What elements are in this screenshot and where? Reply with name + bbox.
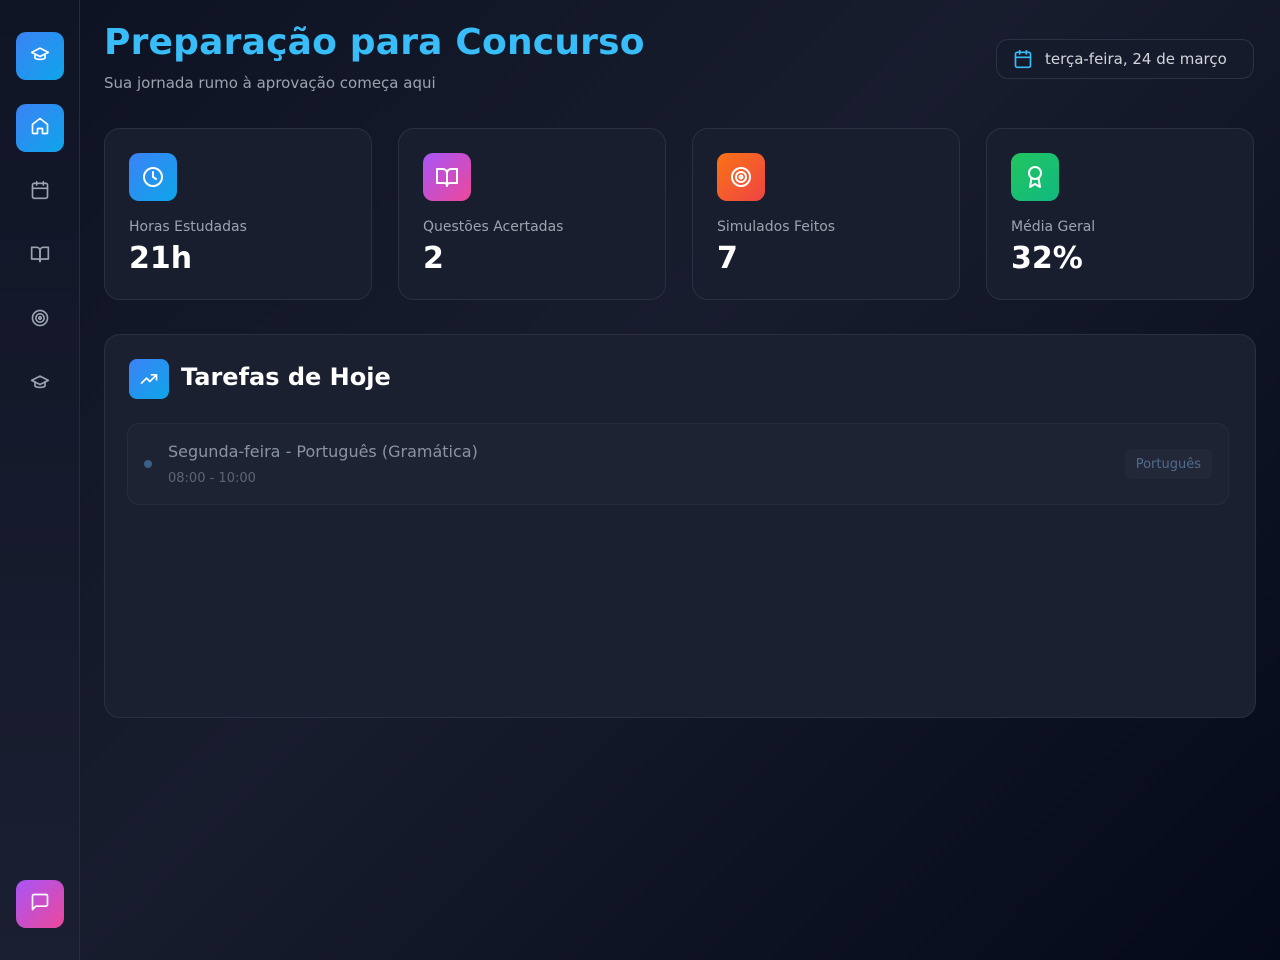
stat-label: Simulados Feitos xyxy=(717,219,836,235)
sidebar-item-courses[interactable] xyxy=(16,360,64,408)
sidebar-item-calendar[interactable] xyxy=(16,168,64,216)
graduation-cap-icon xyxy=(30,44,50,68)
stat-value: 7 xyxy=(717,241,738,276)
trending-up-icon xyxy=(129,359,169,399)
app-logo-button[interactable] xyxy=(16,32,64,80)
stat-card-hours: Horas Estudadas 21h xyxy=(104,128,372,300)
sidebar-item-home[interactable] xyxy=(16,104,64,152)
stat-value: 2 xyxy=(423,241,444,276)
target-icon xyxy=(30,308,50,332)
stat-value: 21h xyxy=(129,241,193,276)
task-time: 08:00 - 10:00 xyxy=(168,471,256,486)
stat-card-average: Média Geral 32% xyxy=(986,128,1254,300)
book-open-icon xyxy=(423,153,471,201)
graduation-cap-icon xyxy=(30,372,50,396)
message-square-icon xyxy=(30,892,50,916)
subject-badge: Português xyxy=(1124,449,1212,479)
stat-card-questions: Questões Acertadas 2 xyxy=(398,128,666,300)
calendar-icon xyxy=(30,180,50,204)
award-icon xyxy=(1011,153,1059,201)
tasks-panel-title: Tarefas de Hoje xyxy=(181,363,391,391)
sidebar xyxy=(0,0,80,960)
page-title: Preparação para Concurso xyxy=(104,22,645,63)
task-item[interactable]: Segunda-feira - Português (Gramática) 08… xyxy=(127,423,1229,505)
calendar-icon xyxy=(1013,49,1045,69)
target-icon xyxy=(717,153,765,201)
stat-label: Média Geral xyxy=(1011,219,1096,235)
task-title: Segunda-feira - Português (Gramática) xyxy=(168,442,478,461)
chat-button[interactable] xyxy=(16,880,64,928)
sidebar-item-study[interactable] xyxy=(16,232,64,280)
clock-icon xyxy=(129,153,177,201)
date-display: terça-feira, 24 de março xyxy=(996,39,1254,79)
sidebar-item-simulados[interactable] xyxy=(16,296,64,344)
stat-label: Horas Estudadas xyxy=(129,219,247,235)
book-open-icon xyxy=(30,244,50,268)
task-status-dot xyxy=(144,460,152,468)
home-icon xyxy=(30,116,50,140)
tasks-panel: Tarefas de Hoje Segunda-feira - Portuguê… xyxy=(104,334,1256,718)
stat-label: Questões Acertadas xyxy=(423,219,564,235)
page-subtitle: Sua jornada rumo à aprovação começa aqui xyxy=(104,74,436,92)
stat-card-simulados: Simulados Feitos 7 xyxy=(692,128,960,300)
stat-value: 32% xyxy=(1011,241,1083,276)
current-date: terça-feira, 24 de março xyxy=(1045,50,1227,68)
